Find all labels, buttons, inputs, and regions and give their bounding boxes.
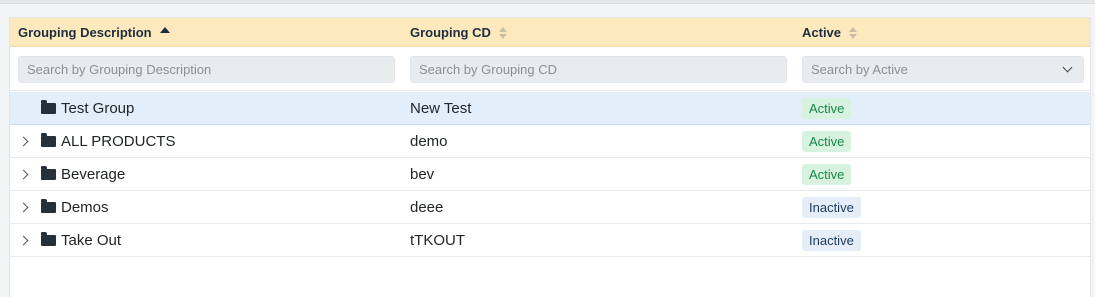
- grouping-description-text: Demos: [61, 198, 109, 216]
- column-header-active[interactable]: Active: [802, 18, 858, 47]
- active-cell: Inactive: [802, 224, 861, 256]
- active-cell: Active: [802, 158, 852, 190]
- active-cell: Active: [802, 92, 852, 124]
- column-header-label: Active: [802, 25, 842, 40]
- table-row[interactable]: Demos deee Inactive: [10, 191, 1090, 224]
- chevron-down-icon: [1062, 62, 1073, 73]
- grouping-description-cell: Demos: [18, 191, 109, 223]
- grouping-description-cell: Test Group: [18, 92, 134, 124]
- grouping-description-cell: ALL PRODUCTS: [18, 125, 175, 157]
- grouping-cd-text: demo: [410, 132, 448, 150]
- column-header-label: Grouping CD: [410, 25, 491, 40]
- grouping-cd-text: New Test: [410, 99, 472, 117]
- active-filter-placeholder: Search by Active: [811, 62, 908, 77]
- column-header-label: Grouping Description: [18, 25, 152, 40]
- grouping-cd-text: tTKOUT: [410, 231, 465, 249]
- expand-row-button[interactable]: [18, 125, 36, 157]
- grouping-cd-cell: New Test: [410, 92, 471, 124]
- active-cell: Active: [802, 125, 852, 157]
- chevron-right-icon: [18, 169, 29, 179]
- column-header-grouping-cd[interactable]: Grouping CD: [410, 18, 507, 47]
- table-row[interactable]: Take Out tTKOUT Inactive: [10, 224, 1090, 257]
- grouping-description-search-input[interactable]: [18, 56, 395, 83]
- folder-icon: [41, 99, 56, 114]
- status-badge: Active: [802, 130, 852, 152]
- sort-ascending-icon: [159, 26, 170, 33]
- grouping-cd-search-input[interactable]: [410, 56, 787, 83]
- grouping-description-cell: Beverage: [18, 158, 125, 190]
- chevron-right-icon: [18, 136, 29, 146]
- grouping-cd-cell: demo: [410, 125, 448, 157]
- status-badge: Inactive: [802, 229, 861, 251]
- status-badge: Inactive: [802, 196, 861, 218]
- filter-row: Search by Active: [10, 48, 1090, 91]
- grouping-description-text: Take Out: [61, 231, 122, 249]
- grouping-cd-cell: bev: [410, 158, 434, 190]
- sort-icon: [498, 26, 507, 39]
- grouping-description-cell: Take Out: [18, 224, 121, 256]
- grouping-cd-text: bev: [410, 165, 435, 183]
- grouping-cd-cell: deee: [410, 191, 443, 223]
- folder-icon: [41, 132, 56, 147]
- expand-row-button[interactable]: [18, 224, 36, 256]
- grouping-cd-cell: tTKOUT: [410, 224, 465, 256]
- table-row[interactable]: Test Group New Test Active: [10, 92, 1090, 125]
- expand-row-button[interactable]: [18, 158, 36, 190]
- expand-row-button[interactable]: [18, 191, 36, 223]
- status-badge: Active: [802, 163, 852, 185]
- chevron-right-icon: [18, 202, 29, 212]
- active-filter-select[interactable]: Search by Active: [802, 56, 1084, 83]
- grouping-description-text: Test Group: [61, 99, 135, 117]
- active-cell: Inactive: [802, 191, 861, 223]
- grouping-description-text: Beverage: [61, 165, 126, 183]
- table-row[interactable]: ALL PRODUCTS demo Active: [10, 125, 1090, 158]
- table-row[interactable]: Beverage bev Active: [10, 158, 1090, 191]
- grouping-cd-text: deee: [410, 198, 444, 216]
- status-badge: Active: [802, 97, 852, 119]
- column-header-grouping-description[interactable]: Grouping Description: [18, 18, 170, 47]
- folder-icon: [41, 198, 56, 213]
- grid-header: Grouping Description Grouping CD Active: [10, 18, 1090, 47]
- grouping-grid: Grouping Description Grouping CD Active …: [9, 17, 1091, 297]
- grouping-description-text: ALL PRODUCTS: [61, 132, 176, 150]
- folder-icon: [41, 231, 56, 246]
- folder-icon: [41, 165, 56, 180]
- sort-icon: [849, 26, 858, 39]
- top-bar: [0, 0, 1095, 4]
- chevron-right-icon: [18, 235, 29, 245]
